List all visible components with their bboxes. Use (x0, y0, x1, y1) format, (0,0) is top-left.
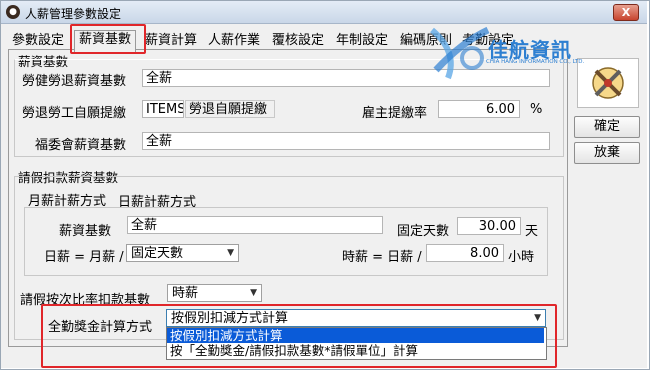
employer-rate-field[interactable]: 6.00 (438, 100, 520, 118)
window-title: 人薪管理參數設定 (25, 7, 122, 21)
tab-annual-settings[interactable]: 年制設定 (336, 32, 388, 50)
ratio-base-select[interactable]: 時薪 ▼ (167, 284, 262, 302)
close-button[interactable]: X (613, 4, 639, 21)
tools-icon (592, 67, 624, 99)
daily-pay-select[interactable]: 固定天數 ▼ (126, 244, 239, 262)
employer-rate-unit: % (530, 102, 543, 117)
daily-pay-label: 日薪 = 月薪 / (44, 250, 124, 265)
highlight-box (41, 304, 557, 368)
hourly-pay-field[interactable]: 8.00 (426, 244, 504, 262)
daily-pay-value: 固定天數 (131, 246, 184, 261)
voluntary-pension-label: 勞退勞工自願提繳 (22, 106, 127, 121)
confirm-button[interactable]: 確定 (574, 116, 640, 138)
hourly-pay-unit: 小時 (508, 250, 535, 265)
voluntary-name-field: 勞退自願提繳 (185, 100, 275, 118)
tab-highlight-box (70, 24, 146, 54)
company-logo: 佳航資訊 CHIA HANG INFORMATION CO., LTD. (428, 22, 584, 84)
tab-parameter-settings[interactable]: 參數設定 (12, 32, 64, 50)
fixed-days-field[interactable]: 30.00 (457, 217, 521, 235)
welfare-base-field[interactable]: 全薪 (142, 132, 550, 150)
employer-rate-label: 雇主提繳率 (362, 106, 428, 121)
tab-review-settings[interactable]: 覆核設定 (272, 32, 324, 50)
cancel-button[interactable]: 放棄 (574, 142, 640, 164)
app-icon: ● (6, 5, 20, 19)
welfare-base-label: 福委會薪資基數 (35, 138, 127, 153)
tab-payroll-operations[interactable]: 人薪作業 (208, 32, 260, 50)
voluntary-code-field[interactable]: ITEMS (142, 100, 184, 118)
chevron-down-icon: ▼ (250, 288, 257, 298)
avatar (577, 58, 639, 108)
title-bar: ● 人薪管理參數設定 X (1, 1, 647, 24)
tab-salary-calculation[interactable]: 薪資計算 (145, 32, 197, 50)
logo-tagline: CHIA HANG INFORMATION CO., LTD. (486, 59, 585, 65)
labor-pension-base-label: 勞健勞退薪資基數 (22, 74, 127, 89)
fixed-days-label: 固定天數 (397, 224, 450, 239)
hourly-pay-label: 時薪 = 日薪 / (342, 250, 422, 265)
ratio-base-value: 時薪 (172, 286, 199, 301)
fixed-days-unit: 天 (525, 224, 539, 239)
leave-salary-base-label: 薪資基數 (59, 224, 112, 239)
chevron-down-icon: ▼ (227, 248, 234, 258)
leave-salary-base-field[interactable]: 全薪 (127, 216, 383, 234)
